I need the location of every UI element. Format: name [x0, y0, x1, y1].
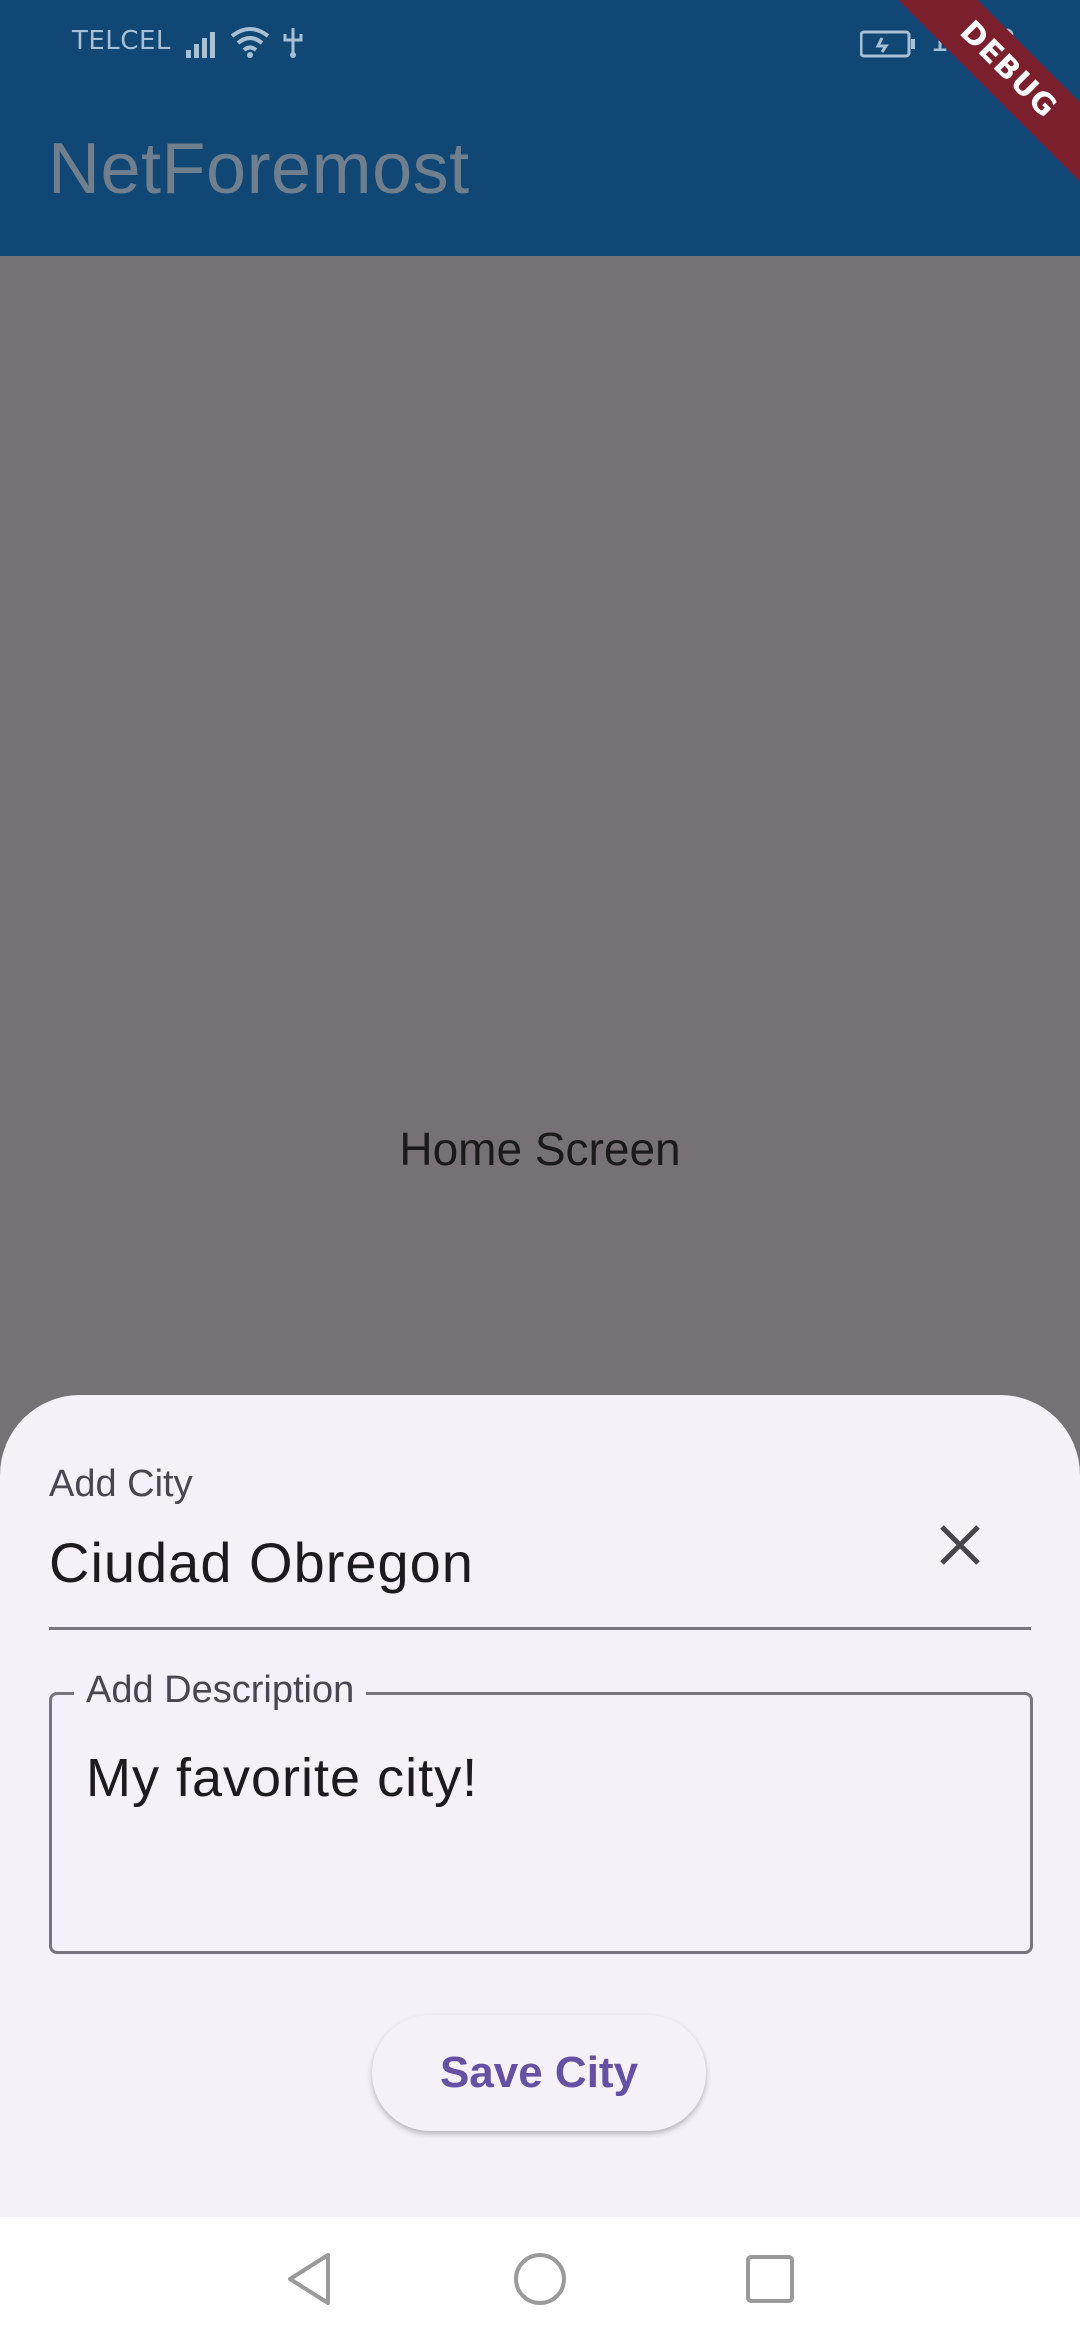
clear-city-button[interactable] [920, 1505, 1000, 1585]
app-title: NetForemost [48, 129, 470, 209]
usb-icon [283, 28, 303, 58]
system-nav-bar [0, 2217, 1080, 2340]
close-icon [940, 1525, 980, 1565]
wifi-icon [230, 27, 270, 58]
description-field[interactable]: Add Description My favorite city! [49, 1669, 1033, 1954]
add-city-bottom-sheet: Add City Ciudad Obregon Add Description … [0, 1395, 1080, 2217]
home-screen: Home Screen [0, 256, 1080, 1396]
home-icon[interactable] [510, 2249, 570, 2309]
carrier-name: TELCEL [72, 26, 171, 56]
app-bar: NetForemost [0, 90, 1080, 256]
description-input[interactable]: My favorite city! [86, 1747, 478, 1809]
battery-charging-icon [860, 30, 915, 58]
city-field-label: Add City [49, 1463, 193, 1505]
recents-icon[interactable] [740, 2249, 800, 2309]
city-input[interactable]: Ciudad Obregon [49, 1530, 474, 1595]
home-screen-text: Home Screen [399, 1123, 681, 1175]
status-icons [186, 24, 306, 58]
city-field-underline [49, 1627, 1031, 1630]
save-city-button[interactable]: Save City [372, 2015, 706, 2131]
back-icon[interactable] [280, 2249, 340, 2309]
description-field-label: Add Description [74, 1669, 367, 1712]
signal-icon [186, 32, 215, 58]
